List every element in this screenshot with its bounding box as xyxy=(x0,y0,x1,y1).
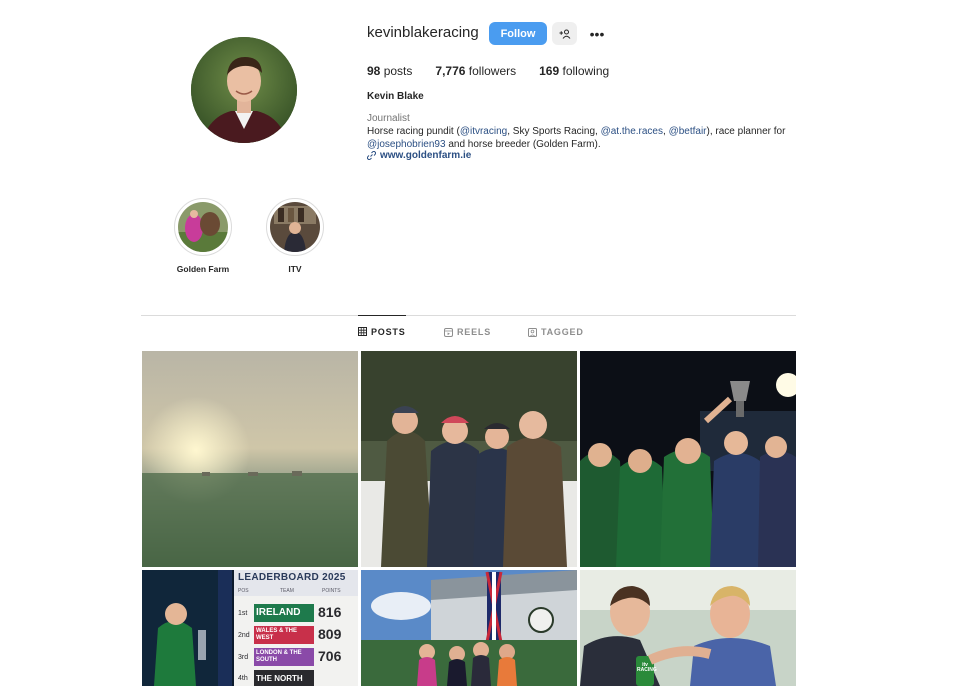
mention-link[interactable]: @at.the.races xyxy=(601,126,663,137)
post-thumbnail[interactable] xyxy=(142,351,358,567)
trophy-celebration-image xyxy=(580,351,796,567)
profile-full-name: Kevin Blake xyxy=(367,91,424,102)
leaderboard-col-points: POINTS xyxy=(322,588,341,594)
posts-count: 98 xyxy=(367,64,381,78)
following-label: following xyxy=(562,64,610,78)
followers-label: followers xyxy=(468,64,517,78)
reels-icon xyxy=(444,327,453,337)
suggested-users-button[interactable] xyxy=(552,22,577,45)
highlight-ring xyxy=(174,198,232,256)
website-link[interactable]: www.goldenfarm.ie xyxy=(367,150,471,161)
misty-field-image xyxy=(142,351,358,567)
posts-label: posts xyxy=(383,64,413,78)
tab-tagged[interactable]: TAGGED xyxy=(528,316,584,348)
profile-avatar[interactable] xyxy=(191,37,297,143)
followers-count: 7,776 xyxy=(435,64,466,78)
post-thumbnail[interactable] xyxy=(361,570,577,686)
leaderboard-pos: 2nd xyxy=(238,632,250,639)
leaderboard-team: WALES & THE WEST xyxy=(256,628,298,641)
post-thumbnail[interactable]: LEADERBOARD 2025 POS TEAM POINTS 1st IRE… xyxy=(142,570,358,686)
tagged-icon xyxy=(528,327,537,337)
leaderboard-pos: 3rd xyxy=(238,654,249,661)
website-url: www.goldenfarm.ie xyxy=(380,150,472,161)
following-count: 169 xyxy=(539,64,560,78)
trainers-group-image xyxy=(361,351,577,567)
leaderboard-team: LONDON & THE SOUTH xyxy=(256,650,302,663)
followers-stat[interactable]: 7,776 followers xyxy=(435,64,516,78)
tab-reels[interactable]: REELS xyxy=(444,316,491,348)
follow-button[interactable]: Follow xyxy=(489,22,547,45)
leaderboard-team: THE NORTH xyxy=(256,674,303,683)
profile-bio: Horse racing pundit (@itvracing, Sky Spo… xyxy=(367,125,807,151)
highlight-golden-farm[interactable]: Golden Farm xyxy=(174,198,232,274)
bio-text: , Sky Sports Racing, xyxy=(507,126,601,137)
leaderboard-team: IRELAND xyxy=(256,607,301,618)
highlight-label: ITV xyxy=(288,264,302,274)
leaderboard-pos: 1st xyxy=(238,610,248,617)
highlight-ring xyxy=(266,198,324,256)
posts-stat[interactable]: 98 posts xyxy=(367,64,412,78)
racecourse-stand-image xyxy=(361,570,577,686)
bio-text: and horse breeder (Golden Farm). xyxy=(445,139,601,150)
leaderboard-title: LEADERBOARD 2025 xyxy=(238,572,346,583)
profile-username: kevinblakeracing xyxy=(367,24,479,41)
leaderboard-points: 706 xyxy=(318,648,342,664)
grid-icon xyxy=(358,327,367,336)
leaderboard-points: 816 xyxy=(318,604,342,620)
add-person-icon xyxy=(559,29,571,39)
leaderboard-col-pos: POS xyxy=(238,588,249,594)
highlight-cover-image xyxy=(270,202,320,252)
post-thumbnail[interactable] xyxy=(580,351,796,567)
post-thumbnail[interactable]: itv RACING xyxy=(580,570,796,686)
leaderboard-col-team: TEAM xyxy=(280,588,294,594)
profile-stats: 98 posts 7,776 followers 169 following xyxy=(367,64,632,78)
mention-link[interactable]: @josephobrien93 xyxy=(367,139,446,150)
leaderboard-pos: 4th xyxy=(238,675,248,682)
tab-label: REELS xyxy=(457,327,492,337)
leaderboard-points: 809 xyxy=(318,626,342,642)
highlight-itv[interactable]: ITV xyxy=(266,198,324,274)
bio-text: Horse racing pundit ( xyxy=(367,126,460,137)
profile-tabs: POSTS REELS TAGGED xyxy=(141,315,796,348)
more-options-icon[interactable]: ••• xyxy=(587,22,607,45)
post-thumbnail[interactable] xyxy=(361,351,577,567)
tab-label: TAGGED xyxy=(541,327,584,337)
following-stat[interactable]: 169 following xyxy=(539,64,609,78)
bio-text: ), race planner for xyxy=(706,126,786,137)
tab-posts[interactable]: POSTS xyxy=(358,315,406,347)
profile-category: Journalist xyxy=(367,113,410,124)
mention-link[interactable]: @betfair xyxy=(669,126,707,137)
link-icon xyxy=(367,151,376,160)
tab-label: POSTS xyxy=(371,326,406,337)
highlight-cover-image xyxy=(178,202,228,252)
itv-presenters-image xyxy=(580,570,796,686)
mention-link[interactable]: @itvracing xyxy=(460,126,507,137)
itv-racing-badge: itv RACING xyxy=(637,662,657,673)
